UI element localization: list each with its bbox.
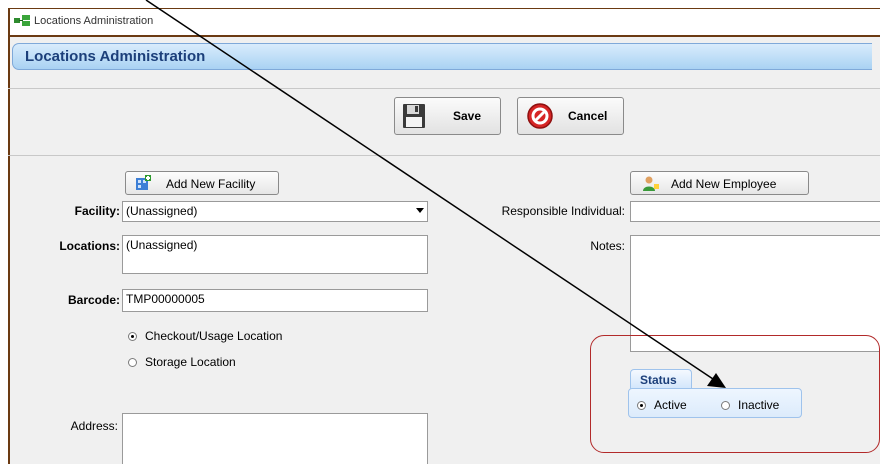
annotation-arrowhead-icon	[707, 373, 726, 388]
annotation-arrow-overlay	[145, 0, 726, 388]
annotation-arrow-line	[145, 0, 717, 382]
